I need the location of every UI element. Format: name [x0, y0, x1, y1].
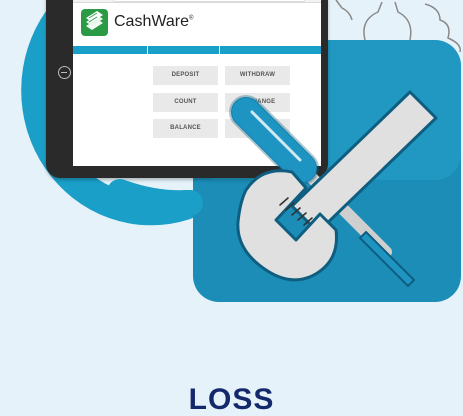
headline: LOSS	[188, 383, 275, 416]
decor-foreground	[107, 90, 438, 288]
illustration: ● ● ● CashWare®	[0, 0, 463, 415]
wrench-screwdriver-icon	[229, 90, 438, 288]
ring-decoration-front	[107, 179, 203, 217]
screwdriver-tip	[358, 230, 416, 288]
screwdriver-grip	[232, 98, 316, 182]
